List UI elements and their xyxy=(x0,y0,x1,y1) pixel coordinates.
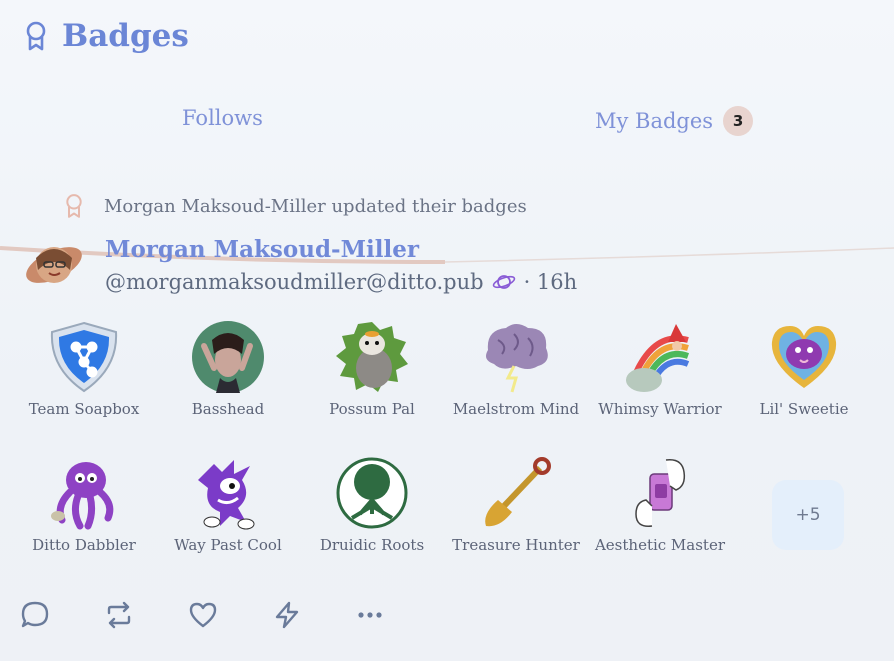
badge-label: Treasure Hunter xyxy=(452,536,580,554)
badge-label: Possum Pal xyxy=(329,400,415,418)
user-handle-row: @morganmaksoudmiller@ditto.pub · 16h xyxy=(105,270,577,294)
tab-follows[interactable]: Follows xyxy=(182,106,263,130)
badge-item[interactable]: Way Past Cool xyxy=(156,456,300,554)
golden-shovel-icon xyxy=(485,457,551,527)
tab-my-badges[interactable]: My Badges 3 xyxy=(595,106,754,136)
repost-icon xyxy=(107,601,131,629)
badge-label: Aesthetic Master xyxy=(594,536,726,554)
like-button[interactable] xyxy=(188,600,272,630)
avatar[interactable] xyxy=(22,240,86,290)
badge-item[interactable]: Whimsy Warrior xyxy=(588,320,732,418)
heart-bird-icon xyxy=(771,326,837,388)
user-handle[interactable]: @morganmaksoudmiller@ditto.pub xyxy=(105,270,484,294)
badge-item[interactable]: Druidic Roots xyxy=(300,456,444,554)
possum-icon xyxy=(336,322,408,392)
like-icon xyxy=(189,602,217,628)
more-badges-button[interactable]: +5 xyxy=(772,480,844,550)
basshead-portrait-icon xyxy=(192,321,264,393)
page-title: Badges xyxy=(62,18,189,54)
activity-line: Morgan Maksoud-Miller updated their badg… xyxy=(64,193,527,219)
page-header: Badges xyxy=(24,18,189,54)
badge-label: Team Soapbox xyxy=(28,400,140,418)
badge-label: Whimsy Warrior xyxy=(598,400,722,418)
reply-icon xyxy=(21,601,49,628)
action-bar xyxy=(20,600,440,630)
more-button[interactable] xyxy=(356,600,440,630)
repost-button[interactable] xyxy=(104,600,188,630)
award-icon xyxy=(66,194,82,218)
badge-label: Lil' Sweetie xyxy=(759,400,849,418)
post-time: · 16h xyxy=(523,270,578,294)
badge-label: Maelstrom Mind xyxy=(452,400,580,418)
user-name[interactable]: Morgan Maksoud-Miller xyxy=(105,236,419,263)
zap-button[interactable] xyxy=(272,600,356,630)
brain-storm-icon xyxy=(486,324,548,393)
badge-label: Ditto Dabbler xyxy=(32,536,136,554)
award-icon xyxy=(26,21,46,51)
count-badge: 3 xyxy=(723,106,754,136)
badge-item[interactable]: Aesthetic Master xyxy=(588,456,732,554)
reply-button[interactable] xyxy=(20,600,104,630)
planet-icon xyxy=(492,275,515,289)
badge-item[interactable]: Treasure Hunter xyxy=(444,456,588,554)
activity-text: Morgan Maksoud-Miller updated their badg… xyxy=(104,195,527,217)
badge-label: Way Past Cool xyxy=(174,536,282,554)
tab-label: Follows xyxy=(182,106,263,130)
badge-item[interactable]: Lil' Sweetie xyxy=(732,320,876,418)
badge-item[interactable]: Possum Pal xyxy=(300,320,444,418)
tab-label: My Badges xyxy=(595,109,714,133)
badge-item[interactable]: Basshead xyxy=(156,320,300,418)
tab-bar: Follows My Badges 3 xyxy=(0,98,894,264)
badge-item[interactable]: Team Soapbox xyxy=(12,320,156,418)
badge-item[interactable]: Maelstrom Mind xyxy=(444,320,588,418)
badge-label: Basshead xyxy=(191,400,265,418)
hands-phone-icon xyxy=(635,459,686,527)
purple-octopus-icon xyxy=(51,462,114,530)
more-icon xyxy=(358,612,382,618)
badge-label: Druidic Roots xyxy=(319,536,425,554)
tree-of-life-icon xyxy=(336,457,408,529)
badge-item[interactable]: Ditto Dabbler xyxy=(12,456,156,554)
zap-icon xyxy=(275,601,299,629)
soapbox-shield-icon xyxy=(50,321,118,393)
rainbow-gnome-icon xyxy=(626,324,690,392)
purple-creature-icon xyxy=(198,460,255,530)
